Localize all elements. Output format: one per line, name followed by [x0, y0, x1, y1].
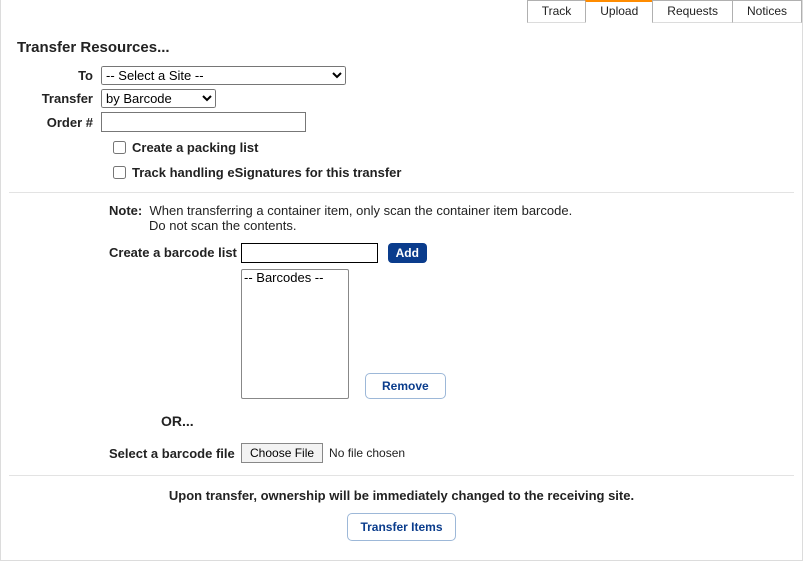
esignature-label: Track handling eSignatures for this tran…	[132, 165, 401, 180]
tab-bar: Track Upload Requests Notices	[1, 0, 802, 23]
select-file-label: Select a barcode file	[109, 446, 241, 461]
page-title: Transfer Resources...	[17, 39, 802, 56]
note-block: Note: When transferring a container item…	[109, 203, 802, 233]
divider-bottom	[9, 475, 794, 476]
note-subtext: Do not scan the contents.	[149, 218, 802, 233]
transfer-items-button[interactable]: Transfer Items	[347, 513, 455, 541]
file-status: No file chosen	[329, 446, 405, 460]
tab-requests[interactable]: Requests	[652, 0, 733, 23]
barcode-listbox[interactable]: -- Barcodes --	[241, 269, 349, 399]
transfer-label: Transfer	[1, 91, 101, 106]
tab-notices[interactable]: Notices	[732, 0, 802, 23]
to-label: To	[1, 68, 101, 83]
remove-button[interactable]: Remove	[365, 373, 446, 399]
footer-note: Upon transfer, ownership will be immedia…	[1, 488, 802, 503]
order-number-input[interactable]	[101, 112, 306, 132]
divider-top	[9, 192, 794, 193]
transfer-mode-select[interactable]: by Barcode	[101, 89, 216, 108]
or-label: OR...	[161, 413, 802, 429]
barcode-input[interactable]	[241, 243, 378, 263]
choose-file-button[interactable]: Choose File	[241, 443, 323, 463]
tab-track[interactable]: Track	[527, 0, 587, 23]
packing-list-label: Create a packing list	[132, 140, 258, 155]
esignature-checkbox[interactable]	[113, 166, 126, 179]
tab-upload[interactable]: Upload	[585, 0, 653, 23]
site-select[interactable]: -- Select a Site --	[101, 66, 346, 85]
create-barcode-list-label: Create a barcode list	[109, 243, 241, 260]
packing-list-checkbox[interactable]	[113, 141, 126, 154]
add-button[interactable]: Add	[388, 243, 427, 263]
note-label: Note:	[109, 203, 142, 218]
order-label: Order #	[1, 115, 101, 130]
